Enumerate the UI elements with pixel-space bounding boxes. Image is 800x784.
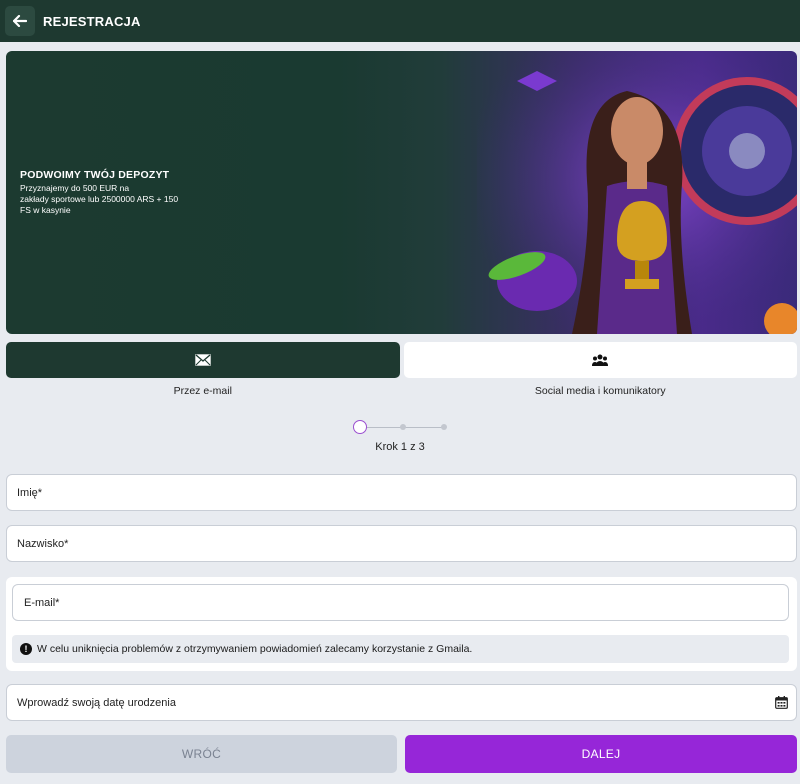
exclamation-icon: ! bbox=[20, 643, 32, 655]
step-progress bbox=[353, 420, 448, 434]
banner-desc-line: zakłady sportowe lub 2500000 ARS + 150 bbox=[20, 194, 179, 204]
email-section: E-mail* ! W celu uniknięcia problemów z … bbox=[6, 577, 797, 671]
first-name-placeholder: Imię* bbox=[17, 486, 43, 499]
email-hint: ! W celu uniknięcia problemów z otrzymyw… bbox=[12, 635, 789, 663]
promo-banner: PODWOIMY TWÓJ DEPOZYT Przyznajemy do 500… bbox=[6, 51, 797, 334]
tab-social-media[interactable] bbox=[403, 342, 797, 378]
email-placeholder: E-mail* bbox=[24, 596, 60, 609]
birthdate-field[interactable]: Wprowadź swoją datę urodzenia bbox=[6, 684, 797, 721]
step-current-indicator bbox=[353, 420, 367, 434]
next-step-button[interactable]: DALEJ bbox=[405, 735, 797, 773]
last-name-field[interactable]: Nazwisko* bbox=[6, 525, 797, 562]
top-bar: REJESTRACJA bbox=[0, 0, 800, 42]
birthdate-placeholder: Wprowadź swoją datę urodzenia bbox=[17, 696, 176, 709]
registration-method-tabs bbox=[6, 342, 797, 378]
users-icon bbox=[592, 354, 609, 366]
email-hint-text: W celu uniknięcia problemów z otrzymywan… bbox=[37, 643, 473, 655]
page-title: REJESTRACJA bbox=[43, 13, 141, 29]
tab-email-label[interactable]: Przez e-mail bbox=[6, 385, 400, 397]
banner-title: PODWOIMY TWÓJ DEPOZYT bbox=[20, 169, 170, 181]
back-step-button[interactable]: WRÓĆ bbox=[6, 735, 397, 773]
back-button[interactable] bbox=[5, 6, 35, 36]
step-dot bbox=[441, 424, 447, 430]
tab-email[interactable] bbox=[6, 342, 400, 378]
banner-illustration bbox=[477, 51, 797, 334]
banner-desc-line: FS w kasynie bbox=[20, 205, 71, 215]
arrow-left-icon bbox=[13, 15, 27, 27]
banner-description: Przyznajemy do 500 EUR na zakłady sporto… bbox=[20, 183, 220, 216]
envelope-icon bbox=[195, 354, 211, 366]
tab-labels: Przez e-mail Social media i komunikatory bbox=[6, 385, 797, 397]
banner-text: PODWOIMY TWÓJ DEPOZYT Przyznajemy do 500… bbox=[20, 169, 220, 216]
step-label: Krok 1 z 3 bbox=[375, 441, 425, 453]
step-dot bbox=[400, 424, 406, 430]
calendar-icon[interactable] bbox=[775, 696, 788, 709]
first-name-field[interactable]: Imię* bbox=[6, 474, 797, 511]
tab-social-media-label[interactable]: Social media i komunikatory bbox=[404, 385, 798, 397]
email-field[interactable]: E-mail* bbox=[12, 584, 789, 621]
banner-desc-line: Przyznajemy do 500 EUR na bbox=[20, 183, 130, 193]
last-name-placeholder: Nazwisko* bbox=[17, 537, 69, 550]
